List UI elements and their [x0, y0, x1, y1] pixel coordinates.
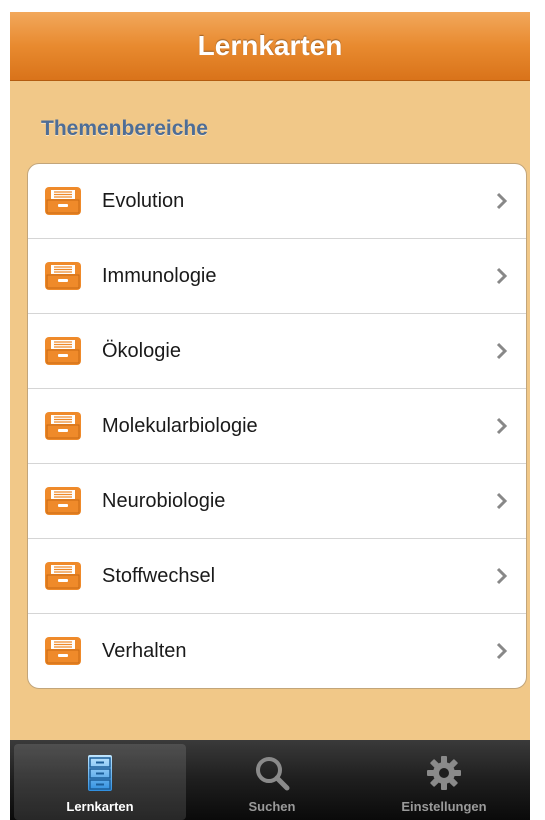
file-cabinet-icon [88, 755, 112, 791]
card-box-icon [45, 487, 81, 515]
chevron-right-icon [496, 567, 508, 585]
chevron-right-icon [496, 492, 508, 510]
tab-label: Lernkarten [66, 799, 134, 814]
chevron-right-icon [496, 417, 508, 435]
magnifier-icon [256, 757, 290, 791]
card-box-icon [45, 337, 81, 365]
gear-icon [427, 756, 461, 790]
page-title: Lernkarten [197, 30, 343, 61]
card-box-icon [45, 262, 81, 290]
content-area: Themenbereiche Evolution Immunologie Öko… [10, 81, 530, 740]
chevron-right-icon [496, 342, 508, 360]
chevron-right-icon [496, 642, 508, 660]
list-item-label: Verhalten [102, 639, 187, 662]
list-item-stoffwechsel[interactable]: Stoffwechsel [28, 539, 526, 614]
list-item-oekologie[interactable]: Ökologie [28, 314, 526, 389]
tab-suchen[interactable]: Suchen [186, 740, 358, 820]
section-header: Themenbereiche [41, 117, 208, 140]
chevron-right-icon [496, 192, 508, 210]
list-item-neurobiologie[interactable]: Neurobiologie [28, 464, 526, 539]
tab-lernkarten[interactable]: Lernkarten [14, 744, 186, 820]
topic-list: Evolution Immunologie Ökologie Molekular… [27, 163, 527, 689]
list-item-evolution[interactable]: Evolution [28, 164, 526, 239]
list-item-label: Ökologie [102, 339, 181, 362]
card-box-icon [45, 637, 81, 665]
tab-label: Einstellungen [401, 799, 487, 814]
chevron-right-icon [496, 267, 508, 285]
tab-bar: Lernkarten Suchen Einstellungen [10, 740, 530, 820]
list-item-immunologie[interactable]: Immunologie [28, 239, 526, 314]
tab-einstellungen[interactable]: Einstellungen [358, 740, 530, 820]
list-item-label: Neurobiologie [102, 489, 226, 512]
card-box-icon [45, 562, 81, 590]
list-item-label: Molekularbiologie [102, 414, 258, 437]
tab-label: Suchen [248, 799, 296, 814]
navigation-bar: Lernkarten [10, 12, 530, 81]
list-item-verhalten[interactable]: Verhalten [28, 614, 526, 688]
list-item-molekularbiologie[interactable]: Molekularbiologie [28, 389, 526, 464]
card-box-icon [45, 412, 81, 440]
list-item-label: Immunologie [102, 264, 217, 287]
list-item-label: Evolution [102, 189, 185, 212]
card-box-icon [45, 187, 81, 215]
list-item-label: Stoffwechsel [102, 564, 216, 587]
